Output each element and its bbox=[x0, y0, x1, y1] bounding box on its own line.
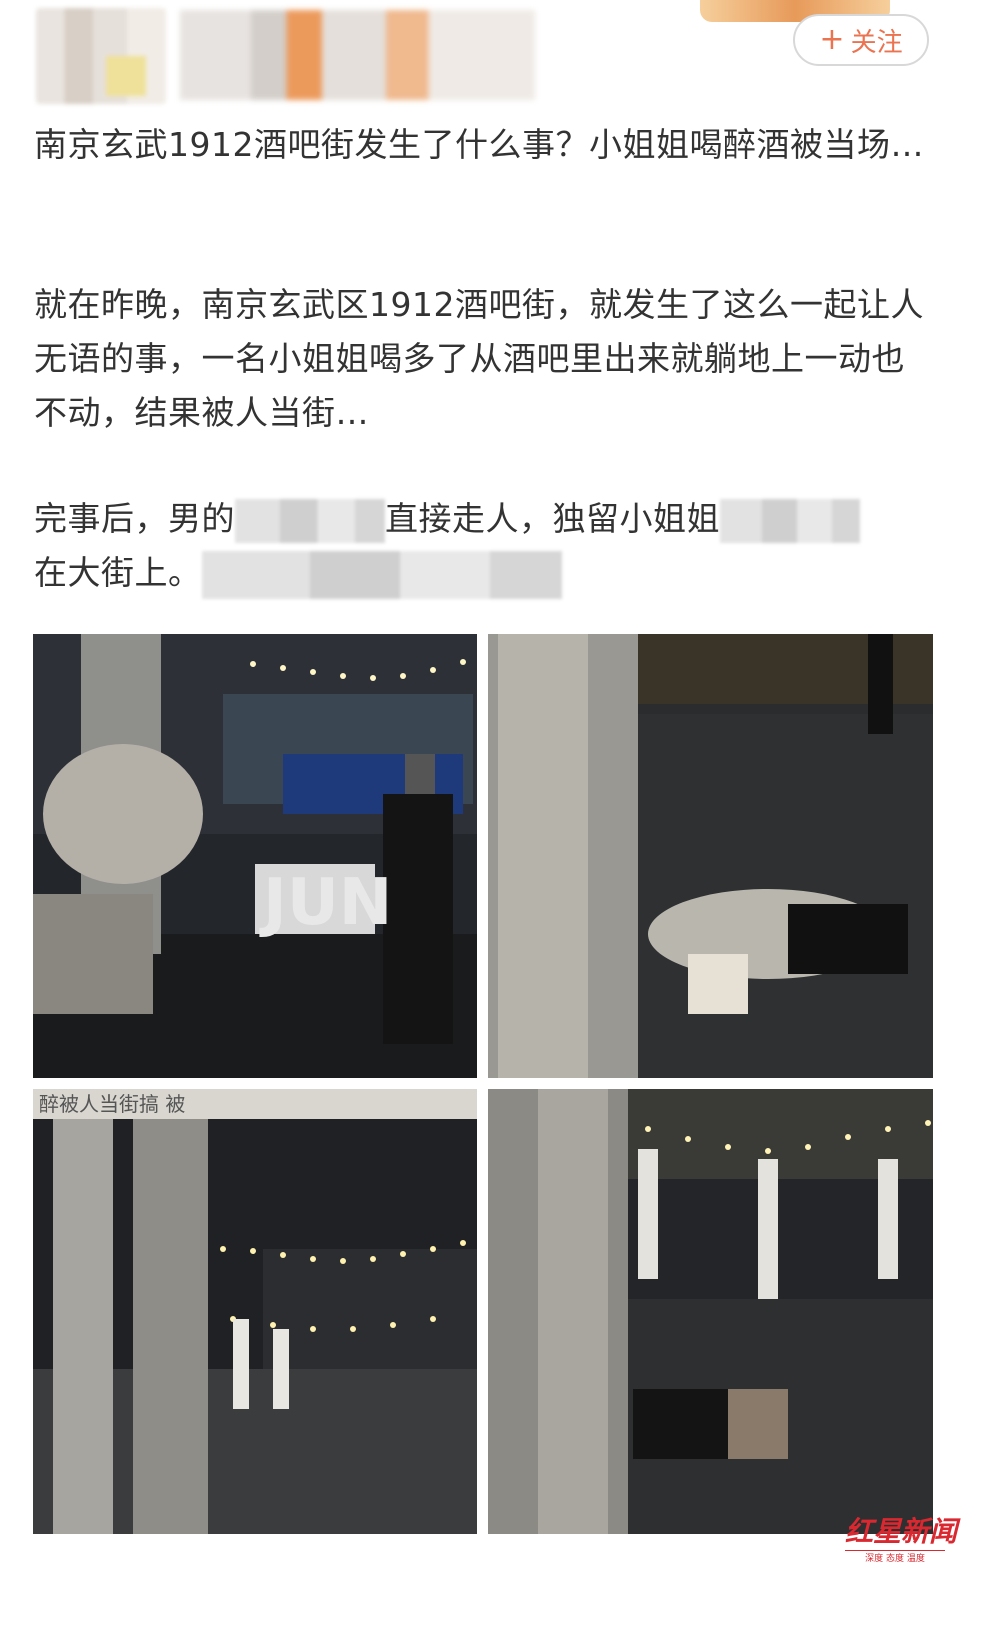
photo-caption: 醉被人当街搞 被 bbox=[39, 1092, 185, 1116]
photo[interactable] bbox=[488, 634, 933, 1078]
username-redacted[interactable] bbox=[180, 10, 535, 100]
follow-label: 关注 bbox=[850, 27, 903, 58]
post-paragraph: 完事后，男的 直接走人，独留小姐姐 在大街上。 bbox=[34, 492, 934, 600]
post-paragraph: 就在昨晚，南京玄武区1912酒吧街，就发生了这么一起让人无语的事，一名小姐姐喝多… bbox=[34, 285, 924, 432]
photo-scene: 醉被人当街搞 被 bbox=[33, 1089, 477, 1534]
avatar[interactable] bbox=[36, 8, 166, 104]
photo-scene: JUN bbox=[33, 634, 477, 1078]
photo[interactable] bbox=[488, 1089, 933, 1534]
photo[interactable]: JUN bbox=[33, 634, 477, 1078]
redacted-text bbox=[201, 550, 562, 599]
photo-scene bbox=[488, 634, 933, 1078]
image-grid: JUN 醉被人当街搞 被 bbox=[33, 634, 933, 1534]
text-segment: 在大街上。 bbox=[34, 553, 202, 592]
text-segment: 直接走人，独留小姐姐 bbox=[385, 499, 720, 538]
text-segment: 完事后，男的 bbox=[34, 499, 235, 538]
follow-button[interactable]: + 关注 bbox=[793, 14, 929, 66]
plus-icon: + bbox=[819, 22, 845, 57]
photo-scene bbox=[488, 1089, 933, 1534]
post-title: 南京玄武1912酒吧街发生了什么事？小姐姐喝醉酒被当场… bbox=[34, 125, 924, 164]
redacted-text bbox=[235, 498, 385, 543]
sign-text: JUN bbox=[259, 866, 392, 940]
post-header: + 关注 bbox=[0, 0, 1000, 110]
news-watermark: 红星新闻 深度 态度 温度 bbox=[845, 1516, 965, 1568]
watermark-subtitle: 深度 态度 温度 bbox=[845, 1550, 945, 1566]
watermark-title: 红星新闻 bbox=[845, 1515, 958, 1548]
redacted-text bbox=[720, 498, 860, 543]
photo[interactable]: 醉被人当街搞 被 bbox=[33, 1089, 477, 1534]
